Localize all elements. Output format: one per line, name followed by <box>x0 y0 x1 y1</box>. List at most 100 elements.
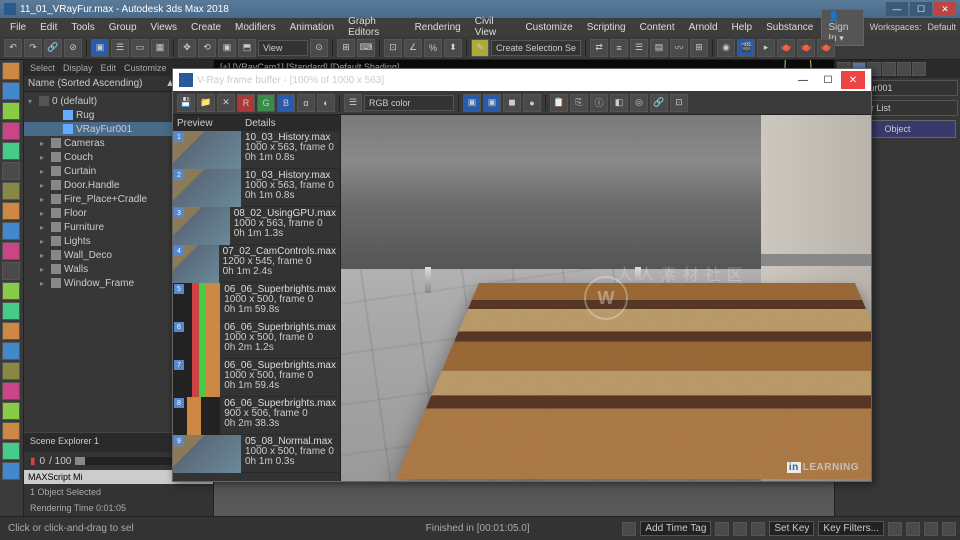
scale-button[interactable]: ▣ <box>218 39 236 57</box>
window-crossing-button[interactable]: ▦ <box>151 39 169 57</box>
curve-editor-button[interactable]: 〰 <box>670 39 688 57</box>
menu-group[interactable]: Group <box>103 20 143 35</box>
menu-help[interactable]: Help <box>726 20 759 35</box>
tool-3[interactable] <box>2 102 20 120</box>
spinner-snap-button[interactable]: ⬍ <box>444 39 462 57</box>
vfb-b-button[interactable]: B <box>277 94 295 112</box>
nav-3[interactable] <box>924 522 938 536</box>
vfb-copy-button[interactable]: 📋 <box>550 94 568 112</box>
ref-coord-dropdown[interactable]: View <box>258 40 308 56</box>
tool-20[interactable] <box>2 442 20 460</box>
rotate-button[interactable]: ⟲ <box>198 39 216 57</box>
history-row[interactable]: 706_06_Superbrights.max1000 x 500, frame… <box>173 359 340 397</box>
lock-button[interactable] <box>622 522 636 536</box>
angle-snap-button[interactable]: ∠ <box>404 39 422 57</box>
vfb-load-button[interactable]: 📁 <box>197 94 215 112</box>
pivot-button[interactable]: ⊙ <box>310 39 328 57</box>
tool-15[interactable] <box>2 342 20 360</box>
vfb-minimize[interactable]: — <box>791 71 815 89</box>
se-tab-edit[interactable]: Edit <box>101 63 117 73</box>
vfb-lens-button[interactable]: ◎ <box>630 94 648 112</box>
expand-icon[interactable]: ▸ <box>40 265 48 274</box>
history-row[interactable]: 110_03_History.max1000 x 563, frame 00h … <box>173 131 340 169</box>
schematic-button[interactable]: ⊞ <box>690 39 708 57</box>
history-row[interactable]: 905_08_Normal.max1000 x 500, frame 00h 1… <box>173 435 340 473</box>
tool-7[interactable] <box>2 182 20 200</box>
expand-icon[interactable]: ▾ <box>28 97 36 106</box>
vfb-hist-button[interactable]: ☰ <box>344 94 362 112</box>
redo-button[interactable]: ↷ <box>24 39 42 57</box>
tool-9[interactable] <box>2 222 20 240</box>
selection-set-dropdown[interactable]: Create Selection Se <box>491 40 581 56</box>
tool-21[interactable] <box>2 462 20 480</box>
tool-4[interactable] <box>2 122 20 140</box>
tool-6[interactable] <box>2 162 20 180</box>
layer-button[interactable]: ☰ <box>630 39 648 57</box>
expand-icon[interactable]: ▸ <box>40 167 48 176</box>
history-row[interactable]: 606_06_Superbrights.max1000 x 500, frame… <box>173 321 340 359</box>
expand-icon[interactable]: ▸ <box>40 279 48 288</box>
workspaces-value[interactable]: Default <box>927 22 956 32</box>
vfb-save-button[interactable]: 💾 <box>177 94 195 112</box>
vfb-cc-button[interactable]: ◧ <box>610 94 628 112</box>
tool-12[interactable] <box>2 282 20 300</box>
toggle-button[interactable]: ▤ <box>650 39 668 57</box>
tool-8[interactable] <box>2 202 20 220</box>
vfb-titlebar[interactable]: V-Ray frame buffer - [100% of 1000 x 563… <box>173 69 871 91</box>
expand-icon[interactable]: ▸ <box>40 223 48 232</box>
vfb-stop-button[interactable]: ◼ <box>503 94 521 112</box>
utilities-tab[interactable] <box>912 62 926 76</box>
render-prod-button[interactable]: 🫖 <box>817 39 835 57</box>
nav-1[interactable] <box>888 522 902 536</box>
key-filters-button[interactable]: Key Filters... <box>818 521 884 536</box>
menu-animation[interactable]: Animation <box>284 20 340 35</box>
vfb-mono-button[interactable]: ◐ <box>317 94 335 112</box>
render-setup-button[interactable]: 🎬 <box>737 39 755 57</box>
expand-icon[interactable]: ▸ <box>40 181 48 190</box>
expand-icon[interactable]: ▸ <box>40 251 48 260</box>
align-button[interactable]: ≡ <box>610 39 628 57</box>
history-row[interactable]: 806_06_Superbrights.max900 x 506, frame … <box>173 397 340 435</box>
vfb-render-last-button[interactable]: ● <box>523 94 541 112</box>
expand-icon[interactable]: ▸ <box>40 195 48 204</box>
expand-icon[interactable]: ▸ <box>40 153 48 162</box>
menu-views[interactable]: Views <box>145 20 184 35</box>
vfb-pixel-button[interactable]: ⊡ <box>670 94 688 112</box>
se-tab-display[interactable]: Display <box>63 63 93 73</box>
render-frame-button[interactable]: ▸ <box>757 39 775 57</box>
menu-content[interactable]: Content <box>634 20 681 35</box>
select-rect-button[interactable]: ▭ <box>131 39 149 57</box>
menu-scripting[interactable]: Scripting <box>581 20 632 35</box>
edit-selset-button[interactable]: ✎ <box>471 39 489 57</box>
nav-4[interactable] <box>942 522 956 536</box>
play-prev[interactable] <box>715 522 729 536</box>
menu-tools[interactable]: Tools <box>65 20 100 35</box>
menu-edit[interactable]: Edit <box>34 20 63 35</box>
placement-button[interactable]: ⬒ <box>238 39 256 57</box>
manip-button[interactable]: ⊞ <box>337 39 355 57</box>
history-row[interactable]: 308_02_UsingGPU.max1000 x 563, frame 00h… <box>173 207 340 245</box>
menu-file[interactable]: File <box>4 20 32 35</box>
vfb-render-view[interactable]: W 人人素材社区 inLEARNING <box>341 115 871 481</box>
material-editor-button[interactable]: ◉ <box>717 39 735 57</box>
tool-1[interactable] <box>2 62 20 80</box>
menu-civilview[interactable]: Civil View <box>469 14 518 40</box>
vfb-dup-button[interactable]: ⎘ <box>570 94 588 112</box>
unlink-button[interactable]: ⊘ <box>64 39 82 57</box>
history-row[interactable]: 210_03_History.max1000 x 563, frame 00h … <box>173 169 340 207</box>
vfb-r-button[interactable]: R <box>237 94 255 112</box>
add-time-tag[interactable]: Add Time Tag <box>640 521 711 536</box>
vfb-alpha-button[interactable]: α <box>297 94 315 112</box>
select-name-button[interactable]: ☰ <box>111 39 129 57</box>
tool-10[interactable] <box>2 242 20 260</box>
se-tab-customize[interactable]: Customize <box>124 63 167 73</box>
menu-rendering[interactable]: Rendering <box>409 20 467 35</box>
tool-18[interactable] <box>2 402 20 420</box>
expand-icon[interactable]: ▸ <box>40 209 48 218</box>
history-row[interactable]: 506_06_Superbrights.max1000 x 500, frame… <box>173 283 340 321</box>
play-button[interactable] <box>733 522 747 536</box>
history-row[interactable]: 407_02_CamControls.max1200 x 545, frame … <box>173 245 340 283</box>
play-next[interactable] <box>751 522 765 536</box>
render-button[interactable]: 🫖 <box>777 39 795 57</box>
motion-tab[interactable] <box>882 62 896 76</box>
